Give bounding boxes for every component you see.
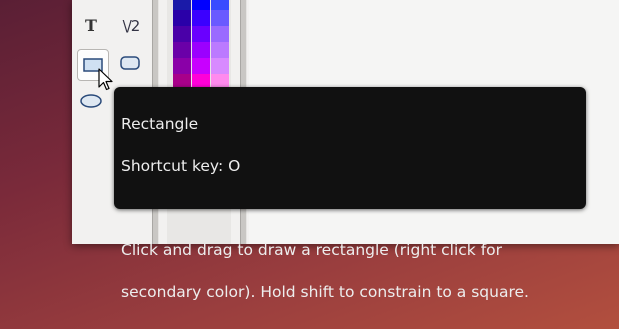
color-swatch[interactable] bbox=[173, 0, 191, 10]
color-swatch[interactable] bbox=[173, 58, 191, 74]
tooltip-shortcut: Shortcut key: O bbox=[121, 157, 241, 175]
color-swatch[interactable] bbox=[192, 0, 210, 10]
text-tool-icon: T bbox=[85, 15, 97, 35]
color-swatch[interactable] bbox=[173, 10, 191, 26]
line-curve-tool-button[interactable]: \/2 bbox=[118, 13, 144, 39]
text-tool-button[interactable]: T bbox=[78, 12, 104, 38]
mouse-pointer-icon bbox=[98, 68, 113, 91]
color-swatch[interactable] bbox=[192, 26, 210, 42]
ellipse-icon bbox=[80, 94, 102, 108]
color-swatch[interactable] bbox=[192, 10, 210, 26]
rounded-rectangle-tool-button[interactable] bbox=[117, 50, 143, 76]
color-swatch[interactable] bbox=[211, 26, 229, 42]
rounded-rectangle-icon bbox=[120, 56, 140, 70]
color-swatch[interactable] bbox=[192, 58, 210, 74]
color-swatch[interactable] bbox=[173, 42, 191, 58]
color-swatch[interactable] bbox=[192, 42, 210, 58]
tooltip-description-line1: Click and drag to draw a rectangle (righ… bbox=[121, 241, 503, 259]
color-swatch[interactable] bbox=[211, 58, 229, 74]
color-swatch[interactable] bbox=[211, 10, 229, 26]
color-swatch[interactable] bbox=[211, 42, 229, 58]
tooltip-description-line2: secondary color). Hold shift to constrai… bbox=[121, 283, 529, 301]
color-swatch[interactable] bbox=[211, 0, 229, 10]
line-curve-icon: \/2 bbox=[122, 17, 141, 35]
tool-tooltip: Rectangle Shortcut key: O Click and drag… bbox=[114, 87, 586, 301]
tooltip-title: Rectangle bbox=[121, 115, 199, 133]
color-swatch[interactable] bbox=[173, 26, 191, 42]
